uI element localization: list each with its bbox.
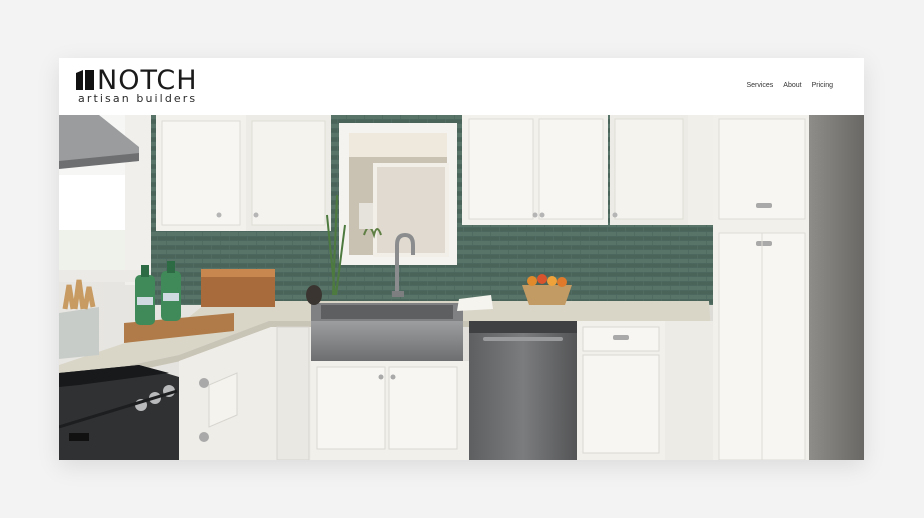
refrigerator [809,115,864,460]
brand-tagline: artisan builders [78,92,198,105]
stove [59,365,179,460]
pantry-cabinets [713,115,811,460]
nav-link-about[interactable]: About [783,81,801,91]
main-nav: Services About Pricing [746,81,833,91]
kitchen-photo [59,115,864,460]
sink [311,303,463,361]
nav-link-services[interactable]: Services [746,81,773,91]
upper-cabinets-left [156,115,331,231]
nav-link-pricing[interactable]: Pricing [812,81,833,91]
site-header: NOTCH artisan builders Services About Pr… [59,58,864,115]
dishwasher [469,321,577,460]
site-card: NOTCH artisan builders Services About Pr… [59,58,864,460]
logo-mark-icon [76,70,94,90]
upper-cabinets-right [462,115,714,225]
brand-logo[interactable]: NOTCH artisan builders [75,66,215,105]
hero-image [59,115,864,460]
